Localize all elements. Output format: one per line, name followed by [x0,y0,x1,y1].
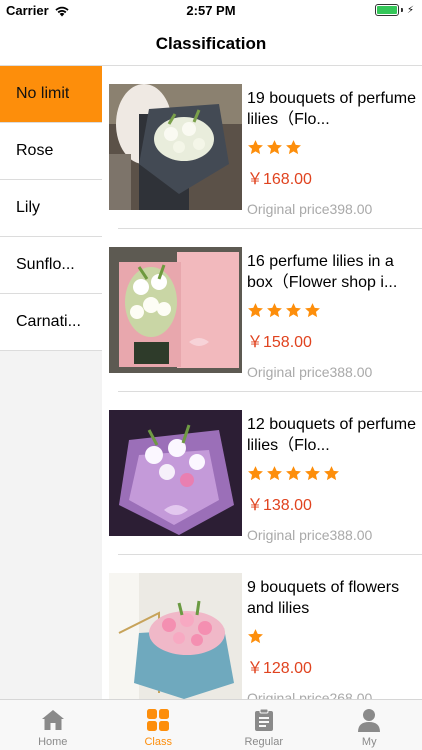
category-label: Carnati... [16,313,81,330]
charging-icon: ⚡ [406,4,414,16]
tab-regular[interactable]: Regular [211,700,317,750]
product-item[interactable]: 12 bouquets of perfume lilies（Flo... ￥13… [102,392,422,555]
product-list[interactable]: 19 bouquets of perfume lilies（Flo... ￥16… [102,66,422,699]
category-rose[interactable]: Rose [0,123,102,180]
original-price: Original price268.00 [247,690,373,699]
star-icon [248,140,263,155]
tab-bar: Home Class Regular My [0,699,422,750]
original-price: Original price398.00 [247,201,373,217]
star-icon [286,140,301,155]
product-price: ￥128.00 [247,660,312,677]
product-image [109,410,242,536]
navigation-bar: Classification [0,22,422,66]
category-label: Lily [16,199,41,216]
tab-class[interactable]: Class [106,700,212,750]
category-sunflower[interactable]: Sunflo... [0,237,102,294]
status-bar: Carrier 2:57 PM ⚡ [0,0,422,22]
product-item[interactable]: 16 perfume lilies in a box（Flower shop i… [102,229,422,392]
tab-label: Regular [244,736,284,748]
category-sidebar: No limit Rose Lily Sunflo... Carnati... [0,66,102,699]
star-icon [324,466,339,481]
grid-icon [147,709,170,731]
star-icon [286,303,301,318]
product-price: ￥168.00 [247,171,312,188]
clipboard-icon [254,708,273,731]
product-price: ￥138.00 [247,497,312,514]
tab-label: Class [144,736,172,748]
battery-icon: ⚡ [374,4,414,16]
original-price: Original price388.00 [247,364,373,380]
home-icon [41,710,64,730]
category-carnation[interactable]: Carnati... [0,294,102,351]
product-image [109,84,242,210]
star-icon [305,466,320,481]
category-lily[interactable]: Lily [0,180,102,237]
tab-label: My [361,736,377,748]
rating-stars [247,465,417,483]
star-icon [305,303,320,318]
product-item[interactable]: 19 bouquets of perfume lilies（Flo... ￥16… [102,66,422,229]
product-image [109,247,242,373]
product-name: 19 bouquets of perfume lilies（Flo... [247,90,417,128]
product-name: 9 bouquets of flowers and lilies [247,579,400,617]
category-label: No limit [16,85,70,102]
rating-stars [247,139,417,157]
tab-home[interactable]: Home [0,700,106,750]
star-icon [267,303,282,318]
product-price: ￥158.00 [247,334,312,351]
tab-label: Home [38,736,68,748]
product-image [109,573,242,699]
product-item[interactable]: 9 bouquets of flowers and lilies ￥128.00… [102,555,422,699]
clock: 2:57 PM [186,3,236,18]
star-icon [248,629,263,644]
category-label: Rose [16,142,54,159]
product-name: 16 perfume lilies in a box（Flower shop i… [247,253,398,291]
star-icon [286,466,301,481]
rating-stars [247,628,417,646]
star-icon [248,303,263,318]
page-title: Classification [155,33,267,53]
original-price: Original price388.00 [247,527,373,543]
person-icon [358,709,381,732]
category-label: Sunflo... [16,256,75,273]
star-icon [267,466,282,481]
rating-stars [247,302,417,320]
star-icon [267,140,282,155]
star-icon [248,466,263,481]
tab-my[interactable]: My [317,700,422,750]
category-no-limit[interactable]: No limit [0,66,102,123]
product-name: 12 bouquets of perfume lilies（Flo... [247,416,417,454]
